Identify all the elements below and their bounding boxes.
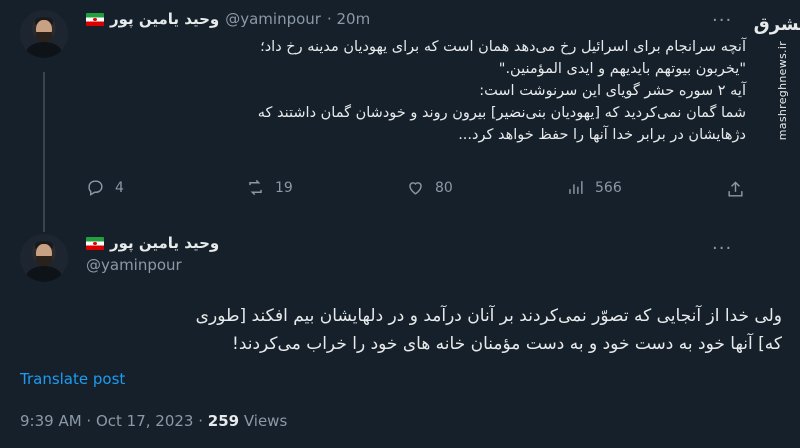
avatar[interactable]	[20, 234, 68, 282]
tweet-text-line: دژهایشان در برابر خدا آنها را حفظ خواهد …	[458, 127, 746, 143]
repost-count: 19	[275, 179, 293, 196]
heart-icon	[409, 182, 422, 195]
more-options-icon[interactable]: ···	[712, 238, 732, 259]
post-timestamp[interactable]: 9:39 AM · Oct 17, 2023 ·	[20, 412, 208, 430]
author-handle[interactable]: @yaminpour	[225, 10, 321, 28]
view-count: 566	[595, 179, 622, 196]
tweet-header: وحید یامین پور @yaminpour	[86, 234, 219, 274]
watermark-url: mashreghnews.ir	[775, 41, 789, 141]
reply-count: 4	[115, 179, 124, 196]
analytics-icon	[569, 181, 583, 194]
watermark: مشرق mashreghnews.ir	[754, 0, 800, 150]
repost-icon	[249, 179, 262, 196]
tweet-text: ولی خدا از آنجایی که تصوّر نمی‌کردند بر …	[20, 302, 782, 358]
tweet-text-line: آنچه سرانجام برای اسرائیل رخ می‌دهد همان…	[260, 39, 746, 55]
views-count: 259	[207, 412, 240, 430]
tweet-text-line: "یخربون بیوتهم بایدیهم و ایدی المؤمنین."	[498, 61, 746, 77]
author-name[interactable]: وحید یامین پور	[110, 10, 219, 28]
reply-button[interactable]: 4	[86, 178, 246, 197]
tweet-text-line: شما گمان نمی‌کردید که [یهودیان بنی‌نضیر]…	[257, 105, 746, 121]
tweet-actions: 4 19 80 566	[86, 178, 746, 197]
share-button[interactable]	[726, 180, 745, 203]
thread-connector-line	[43, 72, 45, 232]
iran-flag-icon	[86, 12, 104, 26]
iran-flag-icon	[86, 236, 104, 250]
author-handle[interactable]: @yaminpour	[86, 256, 219, 274]
views-button[interactable]: 566	[566, 178, 686, 197]
share-icon	[728, 181, 743, 197]
watermark-logo: مشرق	[753, 14, 800, 35]
more-options-icon[interactable]: ···	[712, 10, 732, 31]
like-button[interactable]: 80	[406, 178, 566, 197]
like-count: 80	[435, 179, 453, 196]
reply-icon	[88, 180, 103, 196]
repost-button[interactable]: 19	[246, 178, 406, 197]
tweet-text-line: آیه ۲ سوره حشر گویای این سرنوشت است:	[479, 83, 746, 99]
post-time[interactable]: · 20m	[327, 10, 370, 28]
author-name[interactable]: وحید یامین پور	[110, 234, 219, 252]
views-label: Views	[239, 412, 288, 430]
translate-post-link[interactable]: Translate post	[20, 370, 125, 388]
tweet-text-line: ولی خدا از آنجایی که تصوّر نمی‌کردند بر …	[195, 306, 782, 326]
tweet-text-line: که] آنها خود به دست خود و به دست مؤمنان …	[232, 334, 782, 354]
post-metadata: 9:39 AM · Oct 17, 2023 · 259 Views	[20, 412, 287, 430]
tweet-text: آنچه سرانجام برای اسرائیل رخ می‌دهد همان…	[86, 36, 746, 146]
tweet-header: وحید یامین پور @yaminpour · 20m	[86, 10, 370, 28]
avatar[interactable]	[20, 10, 68, 58]
